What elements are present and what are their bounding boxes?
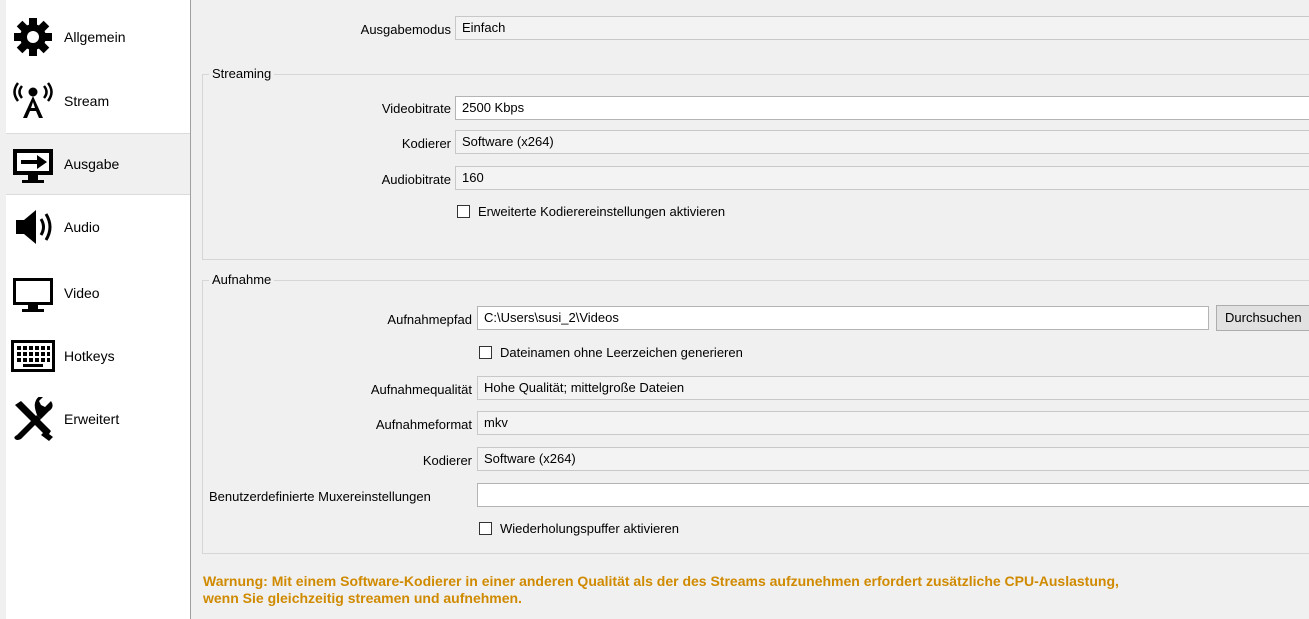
sidebar-item-label: Hotkeys <box>64 348 115 364</box>
monitor-output-icon <box>10 141 56 187</box>
sidebar-item-video[interactable]: Video <box>6 262 190 324</box>
stream-encoder-select[interactable]: Software (x264) <box>455 130 1309 154</box>
audio-bitrate-label: Audiobitrate <box>381 172 451 187</box>
recording-encoder-label: Kodierer <box>422 453 472 468</box>
video-bitrate-input[interactable]: 2500 Kbps <box>455 96 1309 120</box>
sidebar-item-label: Erweitert <box>64 411 120 427</box>
output-mode-select[interactable]: Einfach <box>455 16 1309 40</box>
speaker-icon <box>10 204 56 250</box>
replay-buffer-checkbox[interactable]: Wiederholungspuffer aktivieren <box>479 521 679 536</box>
keyboard-icon <box>10 333 56 379</box>
antenna-icon <box>10 78 56 124</box>
recording-quality-value: Hohe Qualität; mittelgroße Dateien <box>484 380 685 395</box>
output-mode-value: Einfach <box>462 20 506 35</box>
checkbox-box[interactable] <box>479 346 492 359</box>
no-spaces-label: Dateinamen ohne Leerzeichen generieren <box>500 345 743 360</box>
recording-encoder-select[interactable]: Software (x264) <box>477 447 1309 471</box>
recording-quality-select[interactable]: Hohe Qualität; mittelgroße Dateien <box>477 376 1309 400</box>
sidebar-item-label: Audio <box>64 219 100 235</box>
settings-sidebar: Allgemein Stream Ausgabe Audio Video Hot… <box>6 0 191 619</box>
warning-line-1: Warnung: Mit einem Software-Kodierer in … <box>203 573 1119 589</box>
checkbox-box[interactable] <box>479 522 492 535</box>
recording-format-label: Aufnahmeformat <box>375 417 472 432</box>
audio-bitrate-value: 160 <box>462 170 484 185</box>
no-spaces-checkbox[interactable]: Dateinamen ohne Leerzeichen generieren <box>479 345 743 360</box>
video-bitrate-label: Videobitrate <box>381 101 451 116</box>
recording-group-title: Aufnahme <box>209 272 275 287</box>
output-settings-panel: Ausgabemodus Einfach Streaming Videobitr… <box>191 0 1309 619</box>
recording-path-input[interactable]: C:\Users\susi_2\Videos <box>477 306 1209 330</box>
recording-encoder-value: Software (x264) <box>484 451 576 466</box>
sidebar-item-allgemein[interactable]: Allgemein <box>6 6 190 68</box>
audio-bitrate-select[interactable]: 160 <box>455 166 1309 190</box>
sidebar-item-stream[interactable]: Stream <box>6 70 190 132</box>
streaming-group-title: Streaming <box>209 66 275 81</box>
sidebar-item-label: Allgemein <box>64 29 126 45</box>
recording-path-value: C:\Users\susi_2\Videos <box>484 310 619 325</box>
monitor-icon <box>10 270 56 316</box>
advanced-encoder-label: Erweiterte Kodierereinstellungen aktivie… <box>478 204 726 219</box>
recording-quality-label: Aufnahmequalität <box>370 382 472 397</box>
sidebar-item-label: Stream <box>64 93 110 109</box>
sidebar-item-label: Video <box>64 285 100 301</box>
tools-icon <box>10 396 56 442</box>
gear-icon <box>10 14 56 60</box>
muxer-settings-label: Benutzerdefinierte Muxereinstellungen <box>209 489 431 504</box>
recording-format-select[interactable]: mkv <box>477 411 1309 435</box>
sidebar-item-audio[interactable]: Audio <box>6 196 190 258</box>
recording-path-label: Aufnahmepfad <box>387 312 472 327</box>
cpu-usage-warning: Warnung: Mit einem Software-Kodierer in … <box>203 573 1303 607</box>
warning-line-2: wenn Sie gleichzeitig streamen und aufne… <box>203 590 522 606</box>
sidebar-item-label: Ausgabe <box>64 156 120 172</box>
stream-encoder-label: Kodierer <box>401 136 451 151</box>
output-mode-label: Ausgabemodus <box>360 22 451 37</box>
sidebar-item-ausgabe[interactable]: Ausgabe <box>6 133 190 195</box>
checkbox-box[interactable] <box>457 205 470 218</box>
sidebar-item-erweitert[interactable]: Erweitert <box>6 388 190 450</box>
replay-buffer-label: Wiederholungspuffer aktivieren <box>500 521 679 536</box>
stream-encoder-value: Software (x264) <box>462 134 554 149</box>
sidebar-item-hotkeys[interactable]: Hotkeys <box>6 325 190 387</box>
recording-format-value: mkv <box>484 415 508 430</box>
muxer-settings-input[interactable] <box>477 483 1309 507</box>
advanced-encoder-checkbox[interactable]: Erweiterte Kodierereinstellungen aktivie… <box>457 204 725 219</box>
video-bitrate-value: 2500 Kbps <box>462 100 525 115</box>
browse-button[interactable]: Durchsuchen <box>1216 305 1309 331</box>
browse-button-label: Durchsuchen <box>1225 310 1302 325</box>
